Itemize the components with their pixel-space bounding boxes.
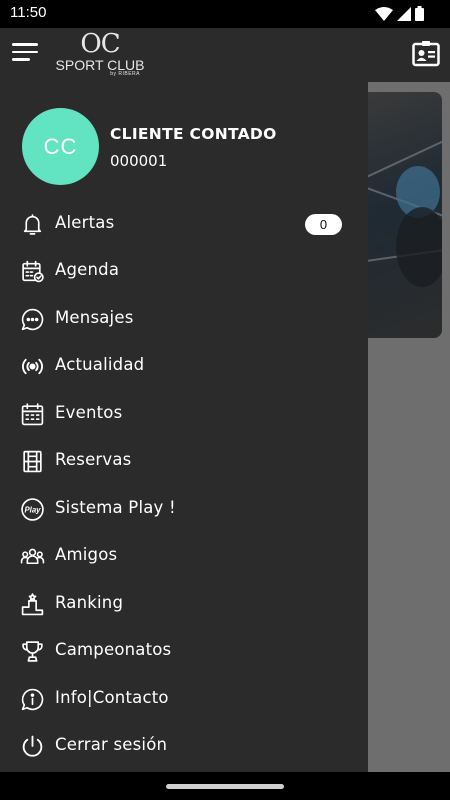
user-name: CLIENTE CONTADO	[110, 125, 277, 143]
user-id: 000001	[110, 152, 168, 170]
menu-item-ranking[interactable]: Ranking	[0, 581, 368, 628]
broadcast-icon	[21, 358, 44, 375]
menu-item-label: Agenda	[55, 260, 120, 279]
menu-item-campeonatos[interactable]: Campeonatos	[0, 628, 368, 675]
menu-item-label: Info|Contacto	[55, 688, 169, 707]
background-content[interactable]	[368, 82, 450, 772]
menu-item-cerrar-sesion[interactable]: Cerrar sesión	[0, 723, 368, 770]
menu-item-label: Eventos	[55, 403, 123, 422]
home-gesture-pill[interactable]	[166, 784, 284, 789]
people-icon	[20, 548, 45, 565]
battery-icon	[415, 6, 424, 21]
menu-item-label: Reservas	[55, 450, 132, 469]
info-bubble-icon	[21, 688, 44, 711]
club-logo: OC SPORT CLUB by RIBERA	[54, 30, 146, 80]
court-icon	[23, 450, 42, 473]
menu-item-label: Actualidad	[55, 355, 145, 374]
logo-ribera: by RIBERA	[110, 71, 140, 77]
calendar-check-icon	[22, 260, 44, 283]
calendar-grid-icon	[21, 403, 44, 426]
wifi-icon	[375, 6, 393, 21]
menu-item-alertas[interactable]: Alertas 0	[0, 201, 368, 248]
menu-item-eventos[interactable]: Eventos	[0, 391, 368, 438]
avatar[interactable]: CC	[22, 108, 99, 185]
navigation-drawer: CC CLIENTE CONTADO 000001 Alertas 0 Agen…	[0, 82, 368, 772]
menu-item-mensajes[interactable]: Mensajes	[0, 296, 368, 343]
chat-bubble-icon	[21, 308, 44, 331]
status-time: 11:50	[10, 4, 47, 21]
menu-item-label: Ranking	[55, 593, 124, 612]
status-bar: 11:50	[0, 0, 450, 28]
alerts-count-badge: 0	[305, 214, 342, 235]
menu-item-amigos[interactable]: Amigos	[0, 533, 368, 580]
menu-item-sistema-play[interactable]: Play Sistema Play !	[0, 486, 368, 533]
menu-item-agenda[interactable]: Agenda	[0, 248, 368, 295]
logo-sport-club: SPORT CLUB	[55, 57, 145, 73]
menu-item-label: Mensajes	[55, 308, 134, 327]
contact-card-icon[interactable]	[412, 40, 440, 68]
player-silhouette	[396, 166, 442, 287]
menu-item-reservas[interactable]: Reservas	[0, 438, 368, 485]
menu-item-info-contacto[interactable]: Info|Contacto	[0, 676, 368, 723]
logo-oc: OC	[80, 29, 120, 59]
trophy-icon	[22, 641, 43, 662]
status-icons	[375, 6, 424, 21]
hamburger-menu-icon[interactable]	[12, 43, 38, 67]
system-nav-bar	[0, 772, 450, 800]
menu-item-actualidad[interactable]: Actualidad	[0, 343, 368, 390]
podium-icon	[21, 593, 44, 616]
play-logo-icon: Play	[21, 498, 44, 521]
background-image-card	[368, 92, 442, 338]
power-icon	[22, 735, 43, 757]
menu-item-label: Cerrar sesión	[55, 735, 168, 754]
app-bar: OC SPORT CLUB by RIBERA	[0, 28, 450, 82]
menu-item-label: Sistema Play !	[55, 498, 176, 517]
menu-item-label: Alertas	[55, 213, 115, 232]
menu-item-label: Campeonatos	[55, 640, 172, 659]
svg-text:Play: Play	[24, 505, 41, 514]
menu-item-label: Amigos	[55, 545, 118, 564]
signal-icon	[397, 6, 411, 21]
bell-icon	[23, 214, 42, 235]
